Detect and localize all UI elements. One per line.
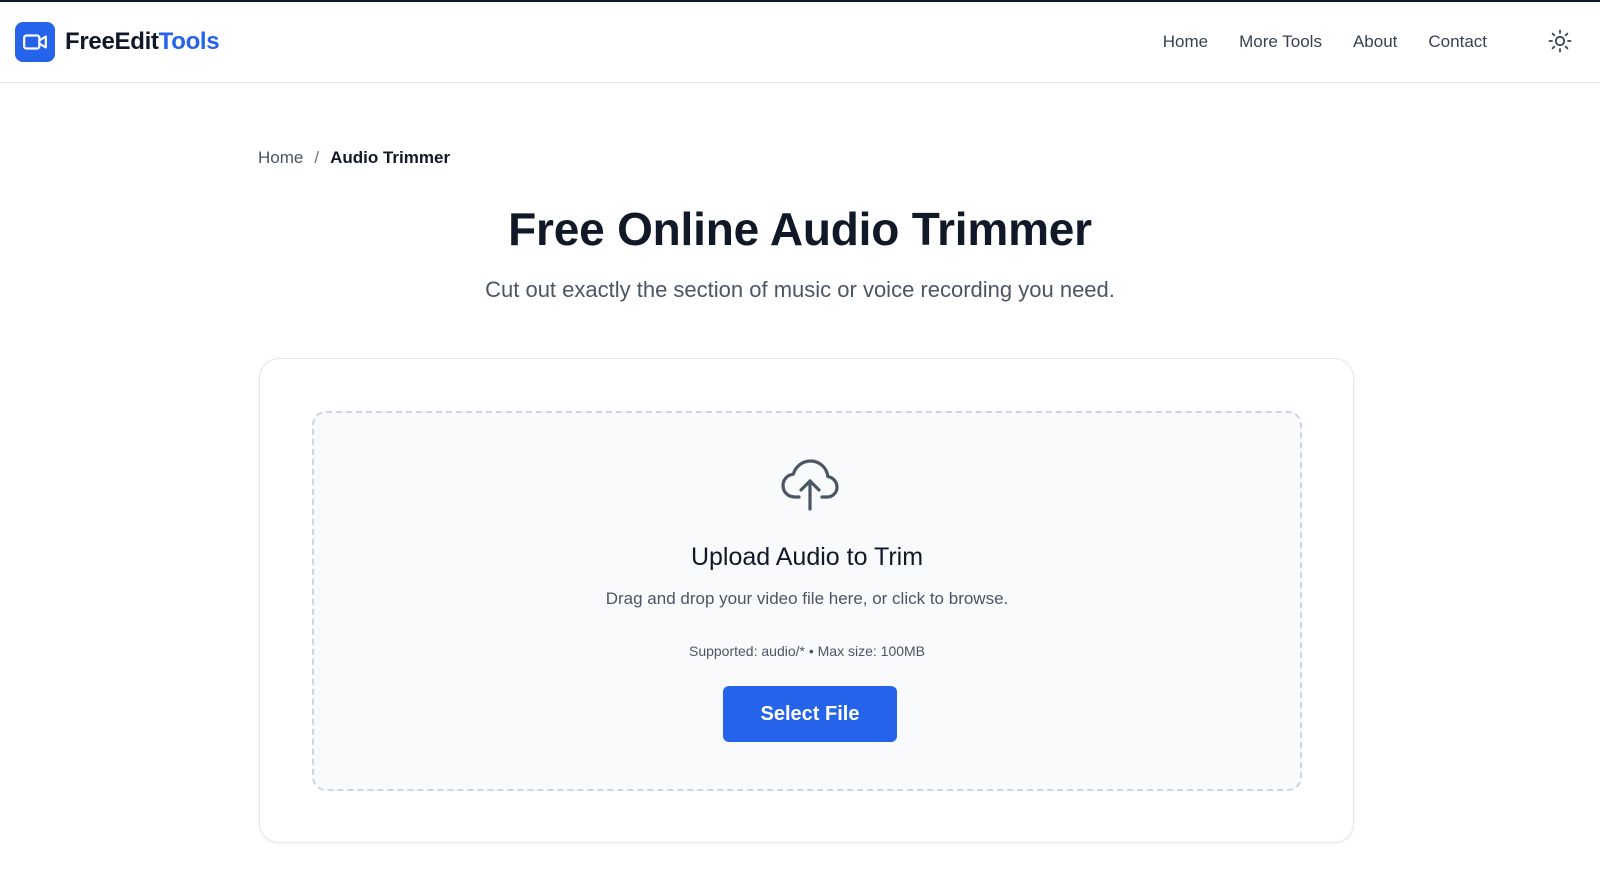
upload-title: Upload Audio to Trim [690,543,924,571]
breadcrumb-separator: / [314,148,320,167]
upload-supported-formats: Supported: audio/* • Max size: 100MB [688,643,926,659]
upload-dropzone[interactable]: Upload Audio to Trim Drag and drop your … [312,411,1302,791]
upload-card: Upload Audio to Trim Drag and drop your … [259,358,1354,843]
page-subtitle: Cut out exactly the section of music or … [485,277,1115,302]
breadcrumb-home-link[interactable]: Home [258,146,303,170]
breadcrumb-current: Audio Trimmer [330,148,451,167]
theme-toggle-button[interactable] [1546,29,1574,57]
nav-item-about[interactable]: About [1353,30,1397,54]
site-header: FreeEditTools Home More Tools About Cont… [0,2,1600,83]
brand-logo-link[interactable]: FreeEditTools [15,22,220,62]
sun-icon [1548,29,1572,58]
select-file-button[interactable]: Select File [723,686,897,742]
nav-item-contact[interactable]: Contact [1428,30,1487,54]
cloud-upload-icon [780,457,840,513]
brand-name: FreeEditTools [65,22,220,62]
nav-item-more-tools[interactable]: More Tools [1239,30,1322,54]
page-title: Free Online Audio Trimmer [508,203,1092,255]
breadcrumb: Home / Audio Trimmer [258,146,450,170]
nav-item-home[interactable]: Home [1163,30,1208,54]
brand-name-part2: Tools [158,28,220,55]
main-nav: Home More Tools About Contact [1163,30,1487,54]
brand-name-part1: FreeEdit [65,28,159,55]
video-camera-icon [15,22,55,62]
upload-description: Drag and drop your video file here, or c… [605,589,1009,608]
